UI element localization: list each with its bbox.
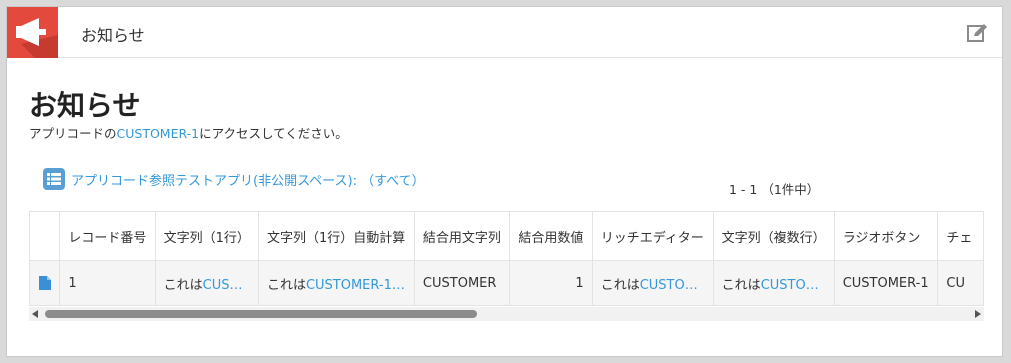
column-header-text-auto[interactable]: 文字列（1行）自動計算 [257,211,415,261]
cell-join-number: 1 [509,260,593,306]
page-title: お知らせ [29,89,141,122]
cell-text-auto-prefix: これは [266,277,306,293]
reference-app-link[interactable]: アプリコード参照テストアプリ(非公開スペース): （すべて） [43,167,425,191]
header-title: お知らせ [81,26,145,45]
column-header-join-number[interactable]: 結合用数値 [509,211,593,261]
cell-text-single-link[interactable]: CUS… [203,278,243,293]
description: アプリコードのCUSTOMER-1にアクセスしてください。 [29,123,348,142]
cell-join-text: CUSTOMER [413,260,511,306]
record-table: レコード番号 文字列（1行） 文字列（1行）自動計算 結合用文字列 結合用数値 … [29,211,984,306]
app-header: お知らせ [7,7,1002,58]
cell-text-single: これはCUS… [154,260,259,306]
cell-text-single-prefix: これは [163,277,203,293]
list-icon [43,168,65,190]
cell-rich-prefix: これは [600,277,640,293]
scroll-thumb[interactable] [45,310,477,318]
scroll-left-icon[interactable] [32,310,38,318]
column-header-rich-editor[interactable]: リッチエディター [591,211,714,261]
cell-check: CU [937,260,984,306]
scroll-right-icon[interactable] [975,310,981,318]
description-prefix: アプリコードの [29,126,117,141]
document-icon[interactable] [29,260,61,306]
cell-text-auto: これはCUSTOMER-1… [257,260,415,306]
cell-multi-prefix: これは [721,277,761,293]
column-header-icon [29,211,61,261]
edit-icon[interactable] [966,22,988,44]
column-header-radio[interactable]: ラジオボタン [833,211,939,261]
cell-multi-link[interactable]: CUSTO… [761,278,819,293]
table-row[interactable]: 1 これはCUS… これはCUSTOMER-1… CUSTOMER 1 これはC… [29,260,984,306]
horizontal-scrollbar[interactable] [29,307,984,321]
megaphone-icon[interactable] [7,7,58,58]
record-count: 1 - 1 （1件中） [729,182,820,197]
cell-rich-editor: これはCUSTO… [591,260,714,306]
column-header-text-multi[interactable]: 文字列（複数行） [712,211,835,261]
cell-record-number: 1 [59,260,156,306]
cell-text-multi: これはCUSTO… [712,260,835,306]
app-window: お知らせ お知らせ アプリコードのCUSTOMER-1にアクセスしてください。 … [6,6,1003,357]
cell-rich-link[interactable]: CUSTO… [640,278,698,293]
app-code-link[interactable]: CUSTOMER-1 [117,126,200,141]
column-header-check[interactable]: チェ [937,211,984,261]
column-header-join-text[interactable]: 結合用文字列 [413,211,511,261]
cell-radio: CUSTOMER-1 [833,260,939,306]
description-suffix: にアクセスしてください。 [199,126,348,141]
column-header-text-single[interactable]: 文字列（1行） [154,211,259,261]
reference-app-label[interactable]: アプリコード参照テストアプリ(非公開スペース): （すべて） [71,170,425,189]
table-header-row: レコード番号 文字列（1行） 文字列（1行）自動計算 結合用文字列 結合用数値 … [29,211,984,261]
cell-text-auto-link[interactable]: CUSTOMER-1… [306,278,405,293]
column-header-record-number[interactable]: レコード番号 [59,211,156,261]
